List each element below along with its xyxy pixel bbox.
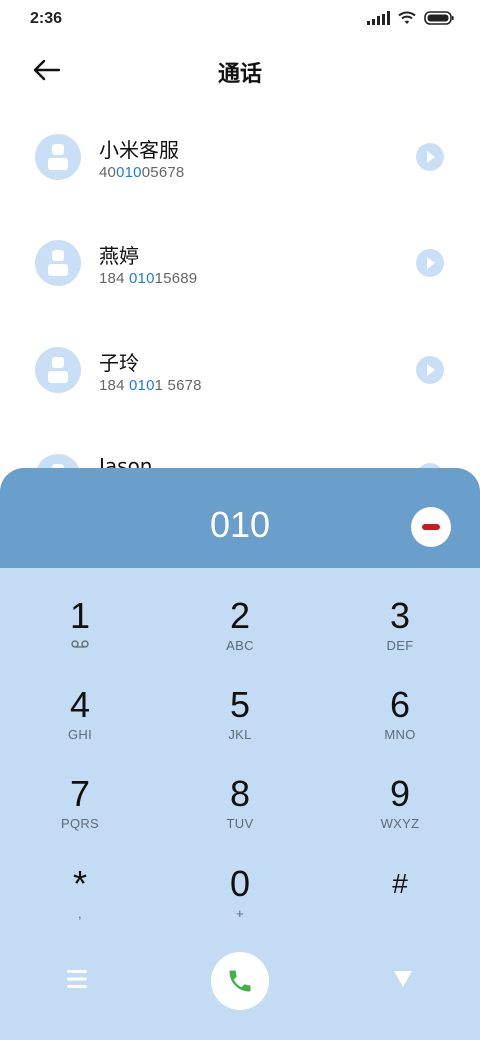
key-5[interactable]: 5 JKL xyxy=(170,657,310,743)
key-digit: * xyxy=(72,863,87,904)
key-2[interactable]: 2 ABC xyxy=(170,568,310,654)
key-letters: MNO xyxy=(384,727,416,742)
contact-number: 184 01015689 xyxy=(99,270,198,287)
key-digit: 9 xyxy=(389,773,411,814)
collapse-keypad-button[interactable] xyxy=(386,962,420,996)
dialed-number: 010 xyxy=(209,504,271,545)
key-digit: 3 xyxy=(389,595,411,636)
contact-row[interactable]: 子玲 184 0101 5678 xyxy=(0,319,480,423)
dialer-panel: 010 1 2 ABC 3 DEF 4 GHI 5 JKL 6 MNO 7 PQ… xyxy=(0,468,480,1040)
avatar-icon xyxy=(35,347,81,393)
call-button[interactable] xyxy=(211,952,269,1010)
key-letters: PQRS xyxy=(60,816,100,831)
key-digit: # xyxy=(392,868,408,899)
contact-name: 小米客服 xyxy=(99,138,179,162)
key-letters: TUV xyxy=(226,816,254,831)
voicemail-icon xyxy=(71,640,89,648)
key-digit: 6 xyxy=(389,684,411,725)
status-time: 2:36 xyxy=(30,10,63,27)
key-1[interactable]: 1 xyxy=(10,568,150,654)
contact-row[interactable]: 小米客服 4001005678 xyxy=(0,106,480,210)
contact-number: 4001005678 xyxy=(99,164,185,181)
menu-button[interactable] xyxy=(60,962,94,996)
contact-number: 184 0101 5678 xyxy=(99,377,202,394)
phone-icon xyxy=(229,970,251,992)
key-star[interactable]: * , xyxy=(10,836,150,922)
contact-name: 子玲 xyxy=(99,351,139,375)
key-0[interactable]: 0 + xyxy=(170,836,310,922)
key-digit: 8 xyxy=(229,773,251,814)
key-digit: 7 xyxy=(69,773,91,814)
header: 通话 xyxy=(0,44,480,96)
key-digit: 4 xyxy=(69,684,91,725)
menu-icon xyxy=(67,970,87,988)
matched-digits: 010 xyxy=(129,377,155,394)
battery-icon xyxy=(424,11,454,25)
contact-details-button[interactable] xyxy=(416,356,444,384)
key-digit: 2 xyxy=(229,595,251,636)
key-3[interactable]: 3 DEF xyxy=(330,568,470,654)
collapse-icon xyxy=(394,971,412,987)
signal-icon xyxy=(367,11,390,25)
key-letters: ABC xyxy=(226,638,254,653)
dial-display: 010 xyxy=(0,468,480,568)
contact-name: 燕婷 xyxy=(99,244,139,268)
contact-details-button[interactable] xyxy=(416,143,444,171)
key-digit: 5 xyxy=(229,684,251,725)
dialer-bottom-bar xyxy=(0,944,480,1014)
key-hash[interactable]: # xyxy=(330,836,470,922)
contact-details-button[interactable] xyxy=(416,249,444,277)
key-7[interactable]: 7 PQRS xyxy=(10,746,150,832)
key-9[interactable]: 9 WXYZ xyxy=(330,746,470,832)
key-6[interactable]: 6 MNO xyxy=(330,657,470,743)
key-letters: WXYZ xyxy=(380,816,420,831)
matched-digits: 010 xyxy=(116,164,142,181)
key-letters: DEF xyxy=(386,638,414,653)
key-digit: 1 xyxy=(69,595,91,636)
page-title: 通话 xyxy=(217,62,262,87)
contact-row[interactable]: 燕婷 184 01015689 xyxy=(0,212,480,316)
avatar-icon xyxy=(35,240,81,286)
key-letters: JKL xyxy=(228,727,252,742)
status-bar: 2:36 xyxy=(0,0,480,42)
avatar-icon xyxy=(35,134,81,180)
matched-digits: 010 xyxy=(129,270,155,287)
delete-icon[interactable] xyxy=(411,507,451,547)
key-8[interactable]: 8 TUV xyxy=(170,746,310,832)
status-icons xyxy=(367,11,454,25)
key-letters: + xyxy=(236,906,244,921)
wifi-icon xyxy=(398,11,416,25)
key-letters: GHI xyxy=(67,727,92,742)
keypad: 1 2 ABC 3 DEF 4 GHI 5 JKL 6 MNO 7 PQRS 8… xyxy=(0,568,480,928)
key-letters: , xyxy=(78,906,82,921)
key-digit: 0 xyxy=(229,863,251,904)
key-4[interactable]: 4 GHI xyxy=(10,657,150,743)
